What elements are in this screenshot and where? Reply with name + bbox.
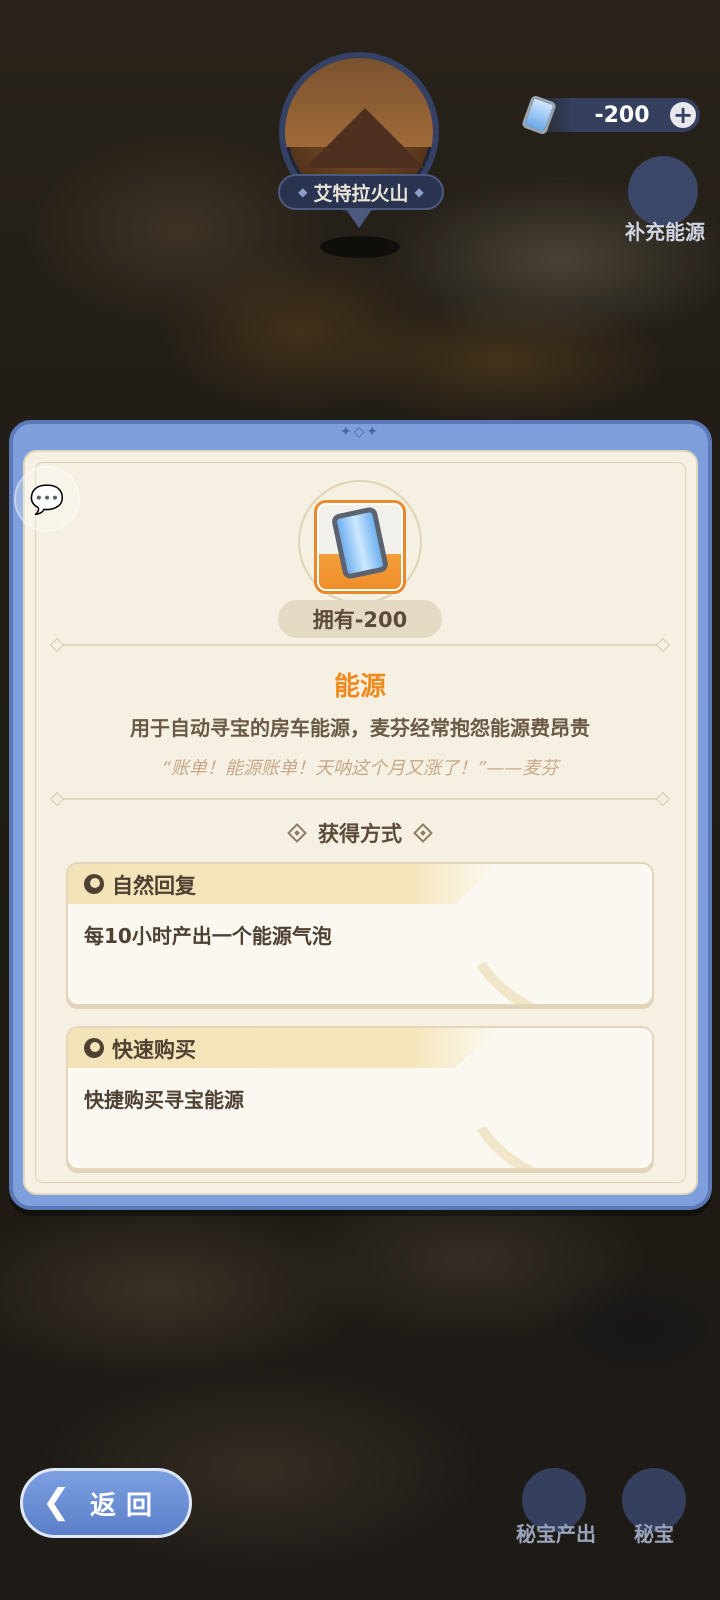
obtain-heading: 获得方式 xyxy=(0,818,720,848)
divider xyxy=(58,644,662,646)
method-title: 自然回复 xyxy=(112,874,196,898)
moon-icon xyxy=(84,874,104,894)
obtain-method-card[interactable]: 快速购买 快捷购买寻宝能源 xyxy=(66,1026,654,1170)
diamond-icon xyxy=(287,823,307,843)
item-description: 用于自动寻宝的房车能源，麦芬经常抱怨能源费昂贵 xyxy=(130,716,590,740)
owned-count-badge: 拥有-200 xyxy=(278,600,442,638)
obtain-heading-label: 获得方式 xyxy=(318,822,402,846)
method-title: 快速购买 xyxy=(112,1038,196,1062)
divider xyxy=(58,798,662,800)
modal-top-ornament: ✦◇✦ xyxy=(339,424,381,440)
supplement-energy-label: 补充能源 xyxy=(625,220,705,244)
item-quote: “账单！能源账单！天呐这个月又涨了！”——麦芬 xyxy=(161,758,559,779)
method-description: 快捷购买寻宝能源 xyxy=(84,1088,244,1112)
diamond-icon xyxy=(413,823,433,843)
method-description: 每10小时产出一个能源气泡 xyxy=(84,924,332,948)
diamond-icon: ◆ xyxy=(298,185,308,199)
diamond-icon: ◆ xyxy=(414,185,424,199)
back-arrow-icon: ❮ xyxy=(42,1482,71,1522)
location-name: 艾特拉火山 xyxy=(313,182,409,205)
treasure-label: 秘宝 xyxy=(634,1522,674,1546)
energy-amount: -200 xyxy=(594,102,650,128)
chat-bubble-button[interactable]: 💬 xyxy=(14,466,80,532)
treasure-output-label: 秘宝产出 xyxy=(516,1522,596,1546)
moon-icon xyxy=(84,1038,104,1058)
chat-icon: 💬 xyxy=(29,482,65,516)
item-name: 能源 xyxy=(333,672,386,702)
obtain-method-card[interactable]: 自然回复 每10小时产出一个能源气泡 xyxy=(66,862,654,1006)
add-energy-button[interactable]: + xyxy=(668,100,698,130)
location-label[interactable]: ◆ 艾特拉火山 ◆ xyxy=(278,174,444,210)
location-shadow xyxy=(320,236,400,258)
